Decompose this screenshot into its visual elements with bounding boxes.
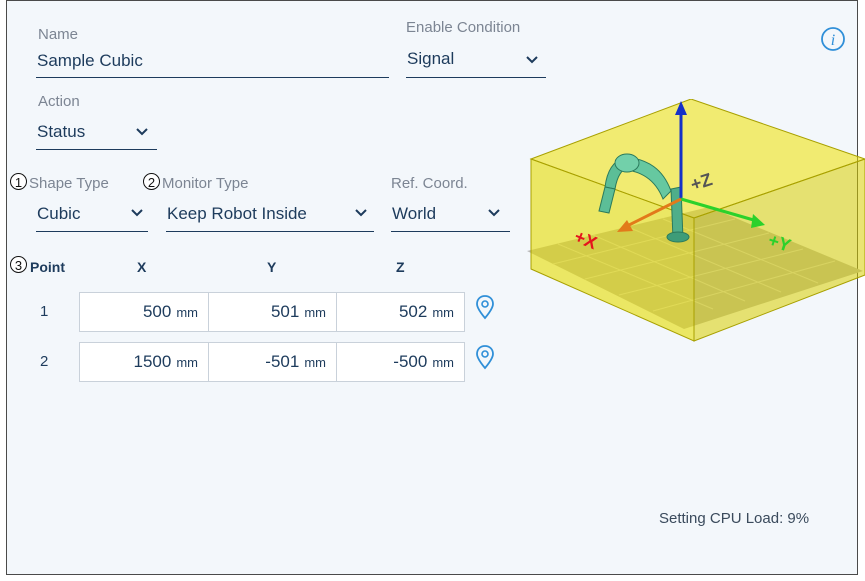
point-2-y-value: -501 — [265, 352, 300, 371]
point-2-z-value: -500 — [393, 352, 428, 371]
enable-condition-label: Enable Condition — [406, 19, 521, 36]
point-1-y-value: 501 — [270, 302, 300, 321]
callout-marker-2: 2 — [143, 173, 160, 190]
ref-coord-label: Ref. Coord. — [391, 175, 468, 192]
unit-label: mm — [176, 305, 198, 320]
monitor-type-label: Monitor Type — [162, 175, 249, 192]
zone-3d-preview[interactable]: +Z +Y +X — [513, 99, 865, 351]
unit-label: mm — [304, 305, 326, 320]
name-field-underline — [36, 77, 389, 78]
monitor-type-underline — [166, 231, 374, 232]
chevron-down-icon[interactable] — [487, 208, 501, 218]
chevron-down-icon[interactable] — [135, 127, 149, 137]
callout-marker-3: 3 — [10, 256, 27, 273]
callout-marker-1: 1 — [10, 173, 27, 190]
ref-coord-underline — [391, 231, 510, 232]
point-row-number: 1 — [40, 303, 49, 320]
point-1-y-input[interactable]: 501 mm — [208, 292, 337, 332]
unit-label: mm — [304, 355, 326, 370]
monitor-type-select[interactable]: Keep Robot Inside — [167, 204, 307, 224]
name-field[interactable]: Sample Cubic — [37, 51, 143, 71]
cpu-load-status: Setting CPU Load: 9% — [659, 510, 810, 527]
name-label: Name — [38, 26, 79, 43]
enable-condition-select[interactable]: Signal — [407, 49, 454, 69]
ref-coord-select[interactable]: World — [392, 204, 436, 224]
point-2-x-input[interactable]: 1500 mm — [79, 342, 209, 382]
unit-label: mm — [176, 355, 198, 370]
location-pin-icon[interactable] — [475, 344, 495, 370]
point-2-x-value: 1500 — [133, 352, 172, 371]
x-column-header: X — [137, 259, 147, 275]
point-1-x-input[interactable]: 500 mm — [79, 292, 209, 332]
point-1-z-input[interactable]: 502 mm — [336, 292, 465, 332]
unit-label: mm — [432, 355, 454, 370]
point-1-z-value: 502 — [398, 302, 428, 321]
point-1-x-value: 500 — [142, 302, 172, 321]
info-icon[interactable]: i — [820, 26, 846, 52]
chevron-down-icon[interactable] — [130, 208, 144, 218]
unit-label: mm — [432, 305, 454, 320]
monitoring-zone-panel: Name Sample Cubic Enable Condition Signa… — [6, 0, 865, 575]
enable-condition-underline — [406, 77, 546, 78]
shape-type-label: Shape Type — [29, 175, 109, 192]
action-label: Action — [38, 93, 80, 110]
chevron-down-icon[interactable] — [354, 208, 368, 218]
z-column-header: Z — [396, 259, 405, 275]
svg-text:i: i — [831, 32, 835, 49]
point-column-header: Point — [30, 259, 65, 275]
location-pin-icon[interactable] — [475, 294, 495, 320]
shape-type-select[interactable]: Cubic — [37, 204, 80, 224]
chevron-down-icon[interactable] — [525, 55, 539, 65]
shape-type-underline — [36, 231, 148, 232]
y-column-header: Y — [267, 259, 277, 275]
point-2-z-input[interactable]: -500 mm — [336, 342, 465, 382]
action-underline — [36, 149, 157, 150]
action-select[interactable]: Status — [37, 122, 85, 142]
point-2-y-input[interactable]: -501 mm — [208, 342, 337, 382]
point-row-number: 2 — [40, 353, 49, 370]
